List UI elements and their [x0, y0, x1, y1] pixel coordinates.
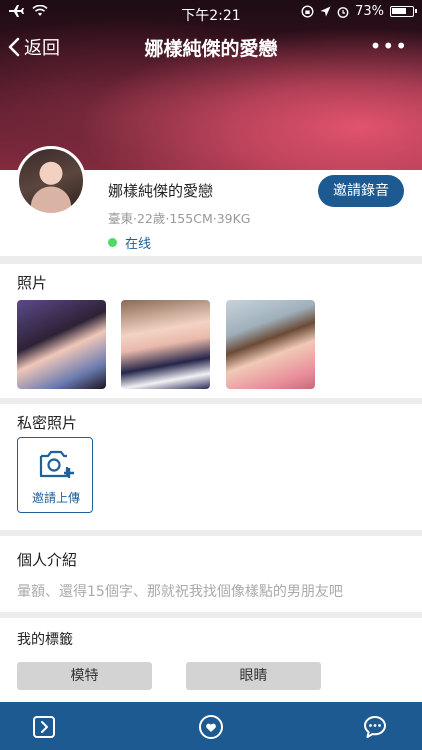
invite-recording-button[interactable]: 邀請錄音 [318, 175, 404, 207]
photo-thumbnail[interactable] [226, 300, 315, 389]
invite-upload-button[interactable]: 邀請上傳 [17, 437, 93, 513]
more-options-button[interactable]: ••• [370, 34, 408, 58]
tag-item: 模特 [17, 662, 152, 690]
online-status: 在线 [108, 233, 151, 252]
rotation-lock-icon [301, 5, 314, 18]
like-heart-icon[interactable] [198, 714, 224, 740]
profile-name: 娜樣純傑的愛戀 [108, 182, 214, 200]
cover-banner [0, 0, 422, 170]
photo-thumbnail[interactable] [121, 300, 210, 389]
alarm-icon [337, 6, 349, 18]
photo-thumbnail[interactable] [17, 300, 106, 389]
private-photos-title: 私密照片 [17, 414, 78, 432]
profile-meta: 臺東·22歲·155CM·39KG [108, 211, 251, 226]
invite-upload-label: 邀請上傳 [31, 491, 80, 505]
intro-text: 暈額、還得15個字、那就祝我找個像樣點的男朋友吧 [17, 584, 343, 600]
navigation-bar: 返回 娜樣純傑的愛戀 ••• [0, 28, 422, 68]
battery-percent: 73% [355, 4, 384, 19]
chat-icon[interactable] [362, 714, 388, 740]
avatar[interactable] [16, 146, 86, 216]
tag-item: 眼睛 [186, 662, 321, 690]
camera-add-icon [39, 450, 74, 478]
bottom-tab-bar [0, 702, 422, 750]
photos-title: 照片 [17, 274, 48, 292]
intro-title: 個人介紹 [17, 551, 78, 569]
tags-title: 我的標籤 [17, 632, 73, 648]
online-status-label: 在线 [125, 237, 152, 252]
skip-next-icon[interactable] [31, 714, 57, 740]
online-dot-icon [108, 238, 117, 247]
location-icon [320, 6, 331, 17]
page-title: 娜樣純傑的愛戀 [144, 38, 278, 60]
battery-icon [390, 6, 417, 17]
status-bar: 下午2:21 73% [0, 0, 422, 24]
